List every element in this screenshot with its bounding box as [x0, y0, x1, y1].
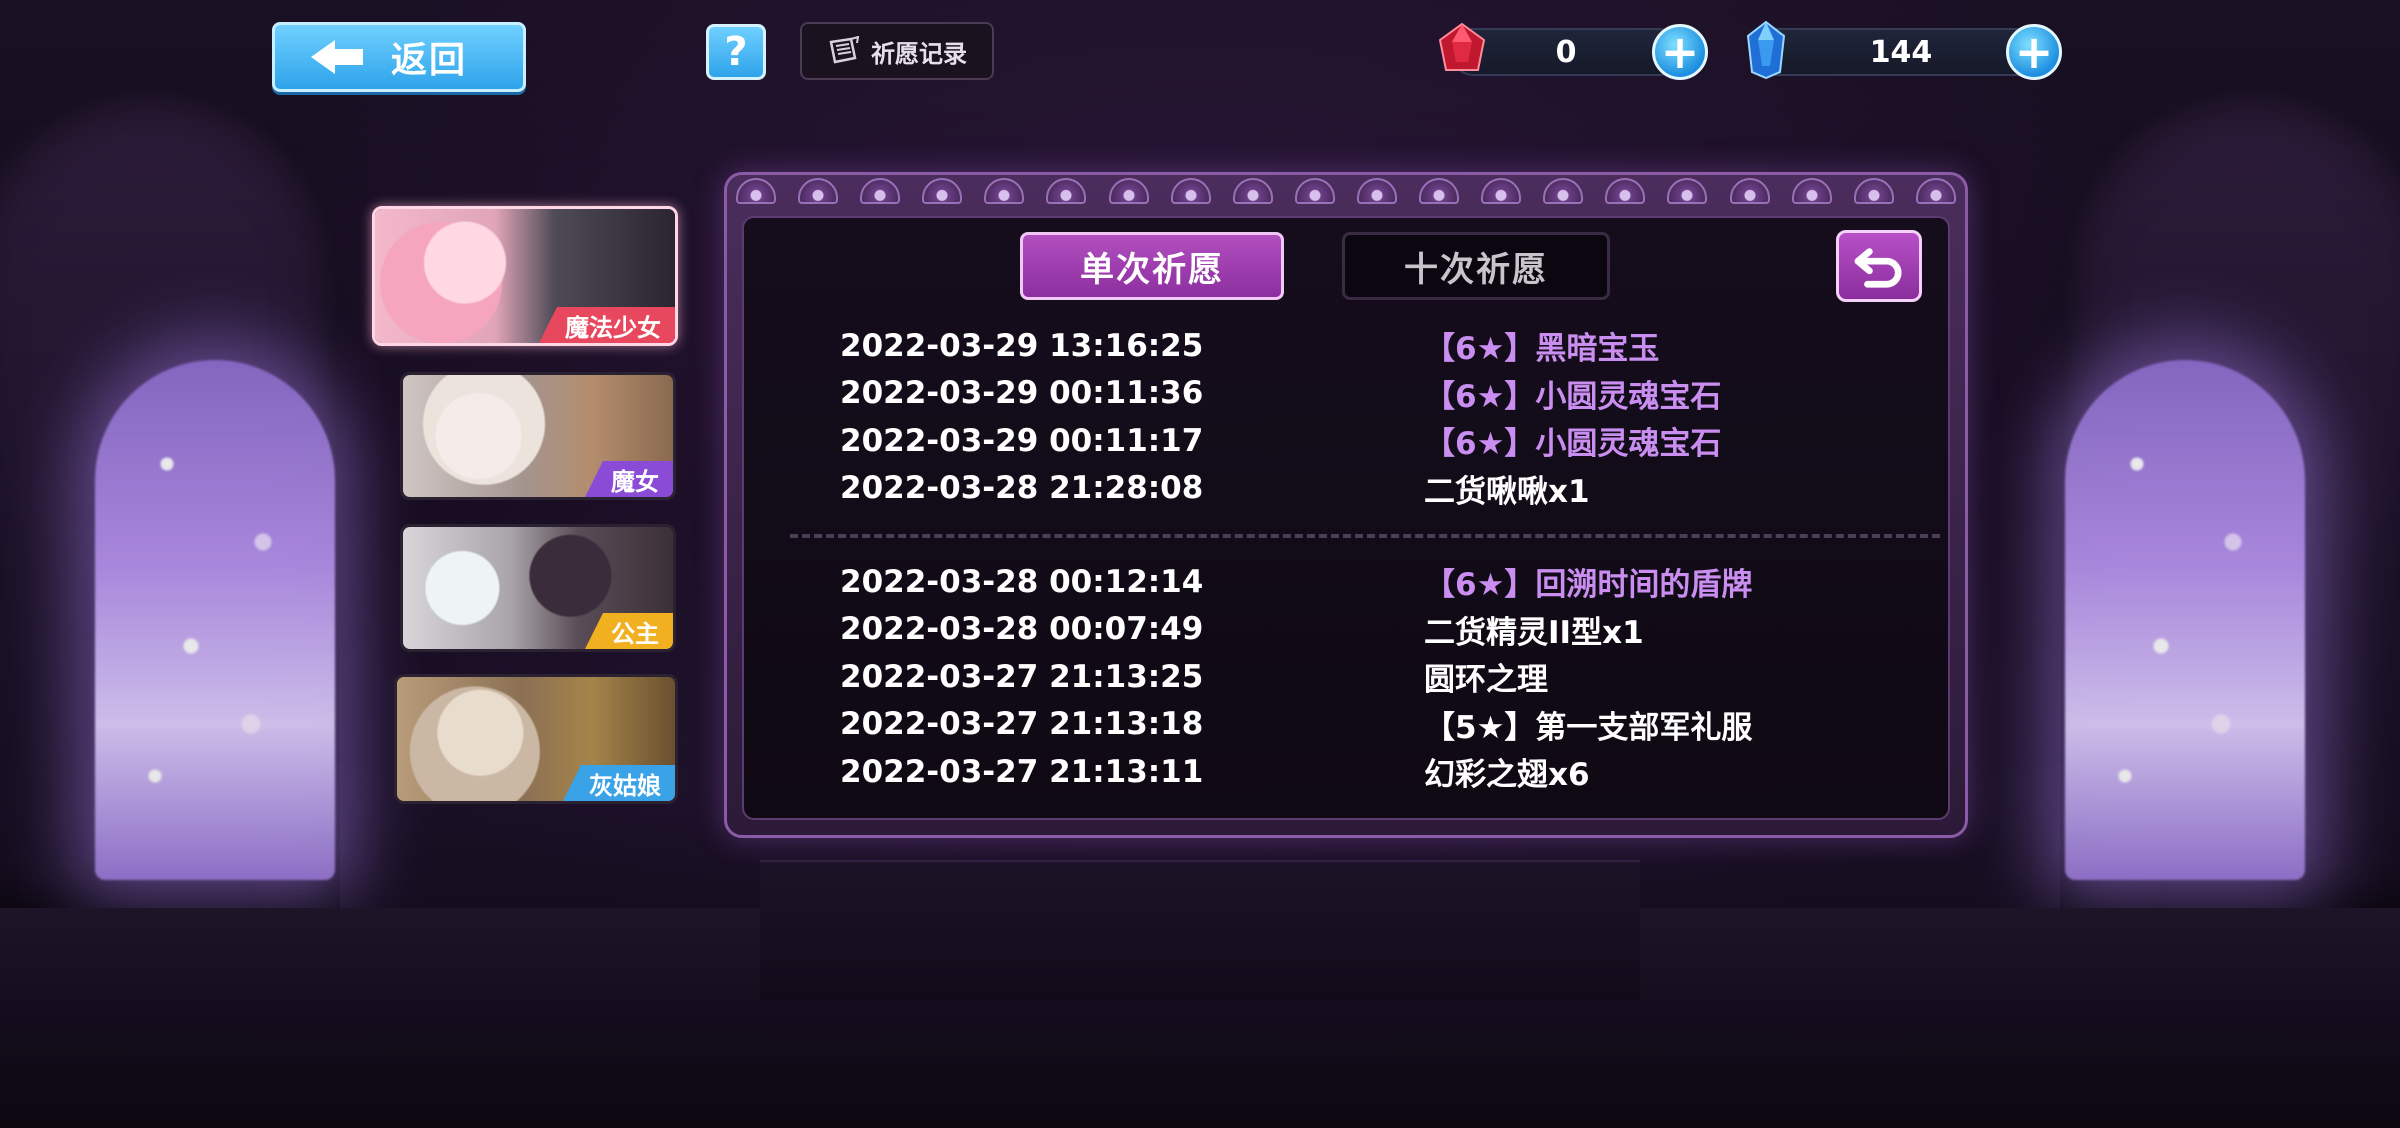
record-item: 【6★】回溯时间的盾牌 — [1424, 567, 1753, 604]
panel-crest-ornament — [736, 168, 1956, 204]
record-time: 2022-03-29 13:16:25 — [840, 327, 1204, 364]
wish-record-label: 祈愿记录 — [871, 39, 967, 68]
undo-arrow-icon — [1854, 248, 1902, 288]
record-row: 2022-03-29 13:16:25 【6★】黑暗宝玉 — [840, 322, 1860, 370]
back-button-label: 返回 — [391, 40, 468, 81]
record-time: 2022-03-27 21:13:11 — [840, 753, 1204, 790]
back-button[interactable]: 返回 — [272, 22, 526, 92]
back-arrow-icon — [311, 40, 363, 74]
record-item: 【6★】黑暗宝玉 — [1424, 331, 1660, 368]
record-list-group-1: 2022-03-29 13:16:25 【6★】黑暗宝玉 2022-03-29 … — [840, 322, 1860, 512]
record-row: 2022-03-27 21:13:25 圆环之理 — [840, 653, 1860, 701]
record-time: 2022-03-27 21:13:18 — [840, 706, 1204, 743]
blue-crystal-value: 144 — [1869, 34, 1933, 70]
record-item: 幻彩之翅x6 — [1424, 757, 1590, 794]
right-stained-glass-window — [2065, 360, 2305, 880]
record-item: 圆环之理 — [1424, 662, 1548, 699]
record-divider — [790, 534, 1940, 538]
red-gem-value: 0 — [1555, 34, 1577, 70]
record-row: 2022-03-27 21:13:11 幻彩之翅x6 — [840, 748, 1860, 796]
blue-crystal-icon — [1734, 18, 1798, 82]
record-time: 2022-03-27 21:13:25 — [840, 658, 1204, 695]
add-red-gem-button[interactable]: + — [1652, 24, 1708, 80]
record-time: 2022-03-28 21:28:08 — [840, 470, 1204, 507]
banner-tab-witch[interactable]: 魔女 — [400, 372, 676, 500]
record-item: 二货精灵II型x1 — [1424, 614, 1644, 651]
record-time: 2022-03-29 00:11:36 — [840, 375, 1204, 412]
record-time: 2022-03-28 00:12:14 — [840, 563, 1204, 600]
record-time: 2022-03-29 00:11:17 — [840, 422, 1204, 459]
record-item: 【6★】小圆灵魂宝石 — [1424, 378, 1722, 415]
tab-single-wish[interactable]: 单次祈愿 — [1020, 232, 1284, 300]
record-item: 【6★】小圆灵魂宝石 — [1424, 426, 1722, 463]
banner-tab-magical-girl[interactable]: 魔法少女 — [372, 206, 678, 346]
record-row: 2022-03-28 00:07:49 二货精灵II型x1 — [840, 606, 1860, 654]
scroll-icon — [827, 35, 861, 66]
left-stained-glass-window — [95, 360, 335, 880]
record-row: 2022-03-28 00:12:14 【6★】回溯时间的盾牌 — [840, 558, 1860, 606]
help-button[interactable]: ? — [706, 24, 766, 80]
tab-ten-wish[interactable]: 十次祈愿 — [1342, 232, 1610, 300]
undo-button[interactable] — [1836, 230, 1922, 302]
record-row: 2022-03-27 21:13:18 【5★】第一支部军礼服 — [840, 701, 1860, 749]
banner-tab-princess[interactable]: 公主 — [400, 524, 676, 652]
wish-record-button[interactable]: 祈愿记录 — [800, 22, 994, 80]
record-item: 二货啾啾x1 — [1424, 473, 1590, 510]
record-time: 2022-03-28 00:07:49 — [840, 611, 1204, 648]
banner-label: 灰姑娘 — [563, 765, 675, 801]
record-list-group-2: 2022-03-28 00:12:14 【6★】回溯时间的盾牌 2022-03-… — [840, 558, 1860, 796]
altar — [760, 860, 1640, 1000]
record-row: 2022-03-29 00:11:17 【6★】小圆灵魂宝石 — [840, 417, 1860, 465]
add-blue-crystal-button[interactable]: + — [2006, 24, 2062, 80]
record-item: 【5★】第一支部军礼服 — [1424, 709, 1753, 746]
record-row: 2022-03-29 00:11:36 【6★】小圆灵魂宝石 — [840, 370, 1860, 418]
banner-tab-cinderella[interactable]: 灰姑娘 — [394, 674, 678, 804]
red-gem-icon — [1430, 18, 1494, 82]
record-row: 2022-03-28 21:28:08 二货啾啾x1 — [840, 465, 1860, 513]
banner-label: 魔法少女 — [539, 307, 675, 343]
